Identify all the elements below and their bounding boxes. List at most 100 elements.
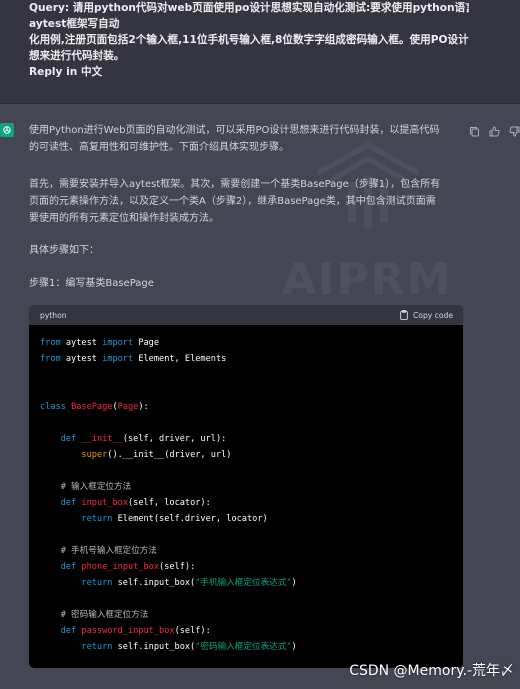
code-token: (self): <box>174 626 211 636</box>
csdn-credit-watermark: CSDN @Memory.-荒年〆 <box>349 663 514 679</box>
code-line: return self.input_box("手机输入框定位表达式") <box>40 575 463 591</box>
code-line: super().__init__(driver, url) <box>40 447 463 463</box>
aiprm-watermark: AIPRM <box>282 254 453 305</box>
code-token: # 手机号输入框定位方法 <box>40 546 157 556</box>
code-line: def password_input_box(self): <box>40 623 463 639</box>
answer-line: 首先，需要安装并导入aytest框架。其次，需要创建一个基类BasePage（步… <box>29 179 441 190</box>
code-token: Element, Elements <box>133 354 227 364</box>
code-token: (self, driver, url): <box>122 434 227 444</box>
step-heading: 步骤1：编写基类BasePage <box>29 278 154 289</box>
query-line: Reply in 中文 <box>29 66 103 78</box>
code-token: def <box>60 498 77 508</box>
code-line: return Element(self.driver, locator) <box>40 511 463 527</box>
code-token: __init__ <box>81 434 123 444</box>
code-token: def <box>60 562 77 572</box>
answer-line: 页面的元素操作方法，以及定义一个类A（步骤2），继承BasePage类，其中包含… <box>29 196 436 207</box>
thumbs-up-icon[interactable] <box>489 122 500 137</box>
code-block-header: python Copy code <box>29 305 463 325</box>
code-token: # 密码输入框定位方法 <box>40 610 149 620</box>
code-line: class BasePage(Page): <box>40 399 463 415</box>
query-line: aytest框架写自动 <box>29 18 120 30</box>
code-token: Page <box>117 402 139 412</box>
answer-paragraph: 使用Python进行Web页面的自动化测试，可以采用PO设计思想来进行代码封装，… <box>29 122 439 156</box>
answer-line: 的可读性、高复用性和可维护性。下面介绍具体实现步骤。 <box>29 142 289 153</box>
code-token: import <box>102 354 134 364</box>
code-block: python Copy code from aytest import Page… <box>29 305 463 668</box>
code-token: input_box <box>81 498 128 508</box>
code-token: ): <box>138 402 149 412</box>
copy-code-label: Copy code <box>413 310 453 320</box>
code-token: self.input_box( <box>112 642 196 652</box>
query-line: 化用例,注册页面包括2个输入框,11位手机号输入框,8位数字字组成密码输入框。使… <box>29 34 469 46</box>
code-line: # 密码输入框定位方法 <box>40 607 463 623</box>
code-line: return self.input_box("密码输入框定位表达式") <box>40 639 463 655</box>
code-token: aytest <box>60 338 103 348</box>
answer-line: 使用Python进行Web页面的自动化测试，可以采用PO设计思想来进行代码封装，… <box>29 125 440 136</box>
code-content[interactable]: from aytest import Page from aytest impor… <box>29 325 463 655</box>
code-token: Element(self.driver, locator) <box>112 514 268 524</box>
clipboard-icon <box>400 310 408 320</box>
code-language-label: python <box>40 310 67 320</box>
copy-code-button[interactable]: Copy code <box>400 310 453 320</box>
answer-paragraph: 步骤1：编写基类BasePage <box>29 275 154 292</box>
user-query-text: Query: 请用python代码对web页面使用po设计思想实现自动化测试:要… <box>29 0 469 80</box>
answer-line: 具体步骤如下： <box>29 245 99 256</box>
code-token: import <box>102 338 134 348</box>
query-line: 想来进行代码封装。 <box>29 50 125 62</box>
code-token: def <box>60 434 77 444</box>
code-token: from <box>40 354 61 364</box>
code-token: ) <box>291 578 297 588</box>
code-token: super <box>81 450 108 460</box>
thumbs-down-icon[interactable] <box>509 122 520 137</box>
user-message: Query: 请用python代码对web页面使用po设计思想实现自动化测试:要… <box>0 0 520 104</box>
code-token: phone_input_box <box>81 562 160 572</box>
code-token: "密码输入框定位表达式" <box>195 642 292 652</box>
code-line: def input_box(self, locator): <box>40 495 463 511</box>
code-token: return <box>81 514 113 524</box>
code-line: from aytest import Element, Elements <box>40 351 463 367</box>
code-token: # 输入框定位方法 <box>40 482 132 492</box>
code-line: # 输入框定位方法 <box>40 479 463 495</box>
answer-paragraph: 首先，需要安装并导入aytest框架。其次，需要创建一个基类BasePage（步… <box>29 176 440 227</box>
code-line: from aytest import Page <box>40 335 463 351</box>
code-token: from <box>40 338 61 348</box>
code-token: (self, locator): <box>128 498 211 508</box>
code-token: return <box>81 578 113 588</box>
code-line: def phone_input_box(self): <box>40 559 463 575</box>
code-line: # 手机号输入框定位方法 <box>40 543 463 559</box>
assistant-avatar <box>0 123 14 137</box>
message-actions <box>469 122 520 137</box>
query-line: Query: 请用python代码对web页面使用po设计思想实现自动化测试:要… <box>29 2 469 14</box>
code-line: def __init__(self, driver, url): <box>40 431 463 447</box>
assistant-message: AIPRM AIPRM <box>0 104 520 689</box>
code-token: class <box>40 402 66 412</box>
code-token: self.input_box( <box>112 578 196 588</box>
copy-icon[interactable] <box>469 122 480 137</box>
code-token: ().__init__(driver, url) <box>107 450 232 460</box>
code-token: (self): <box>159 562 196 572</box>
code-token: "手机输入框定位表达式" <box>195 578 292 588</box>
openai-logo-icon <box>3 126 11 134</box>
code-token: BasePage <box>71 402 113 412</box>
chat-window: Query: 请用python代码对web页面使用po设计思想实现自动化测试:要… <box>0 0 520 689</box>
code-token: aytest <box>60 354 103 364</box>
code-token: password_input_box <box>81 626 175 636</box>
code-token: def <box>60 626 77 636</box>
code-token: Page <box>133 338 160 348</box>
code-token: return <box>81 642 113 652</box>
code-token: ) <box>291 642 297 652</box>
